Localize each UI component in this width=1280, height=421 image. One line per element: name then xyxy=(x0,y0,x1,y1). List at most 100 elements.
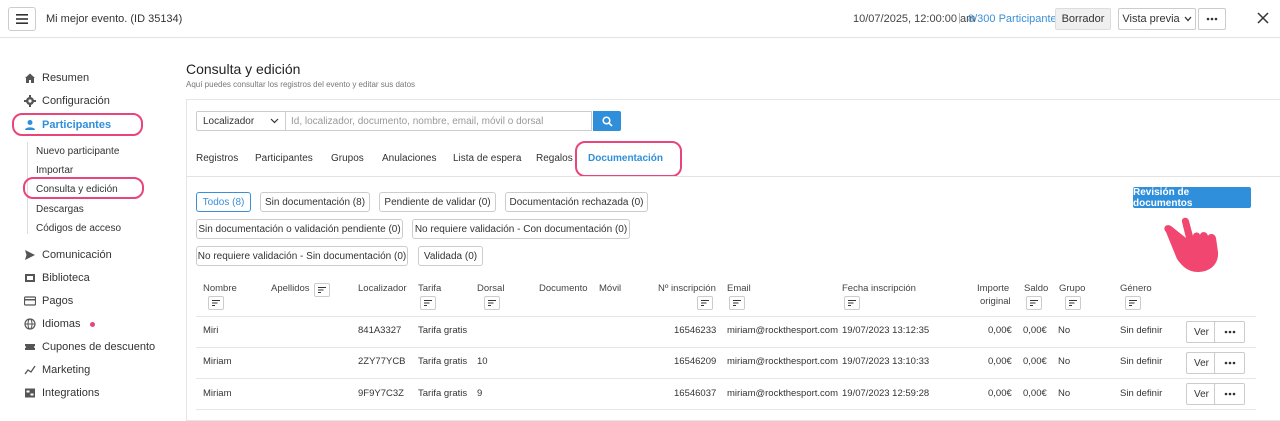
pointing-hand-icon xyxy=(1164,217,1219,272)
tab-grupos[interactable]: Grupos xyxy=(331,153,364,164)
subitem-nuevo-participante[interactable]: Nuevo participante xyxy=(36,146,119,157)
table-row-divider xyxy=(196,347,1256,348)
table-row-divider xyxy=(196,409,1256,410)
sidebar-item-idiomas[interactable]: Idiomas xyxy=(24,315,95,333)
subitem-importar[interactable]: Importar xyxy=(36,165,73,176)
filter-documentacion-rechazada[interactable]: Documentación rechazada (0) xyxy=(505,192,648,212)
sort-icon xyxy=(424,300,432,306)
cell-localizador: 9F9Y7C3Z xyxy=(358,388,404,399)
filter-sin-documentacion[interactable]: Sin documentación (8) xyxy=(260,192,370,212)
sidebar-item-integrations[interactable]: Integrations xyxy=(24,384,99,402)
library-icon xyxy=(25,274,35,282)
cell-genero: Sin definir xyxy=(1120,325,1163,336)
hamburger-menu-button[interactable] xyxy=(8,7,36,31)
sidebar-item-label: Resumen xyxy=(42,72,90,84)
cell-saldo: 0,00€ xyxy=(1023,356,1047,367)
tab-anulaciones[interactable]: Anulaciones xyxy=(382,153,436,164)
sort-inscripcion-button[interactable] xyxy=(697,296,713,310)
sort-icon xyxy=(488,300,496,306)
sidebar-item-participantes[interactable]: Participantes xyxy=(24,116,111,134)
row-more-button[interactable] xyxy=(1214,321,1245,343)
sidebar-item-cupones[interactable]: Cupones de descuento xyxy=(24,338,155,356)
tab-documentacion[interactable]: Documentación xyxy=(588,153,663,164)
top-bar: Mi mejor evento. (ID 35134) 10/07/2025, … xyxy=(0,0,1280,38)
filter-validada[interactable]: Validada (0) xyxy=(418,246,483,266)
col-header-documento: Documento xyxy=(539,283,588,294)
table-row-divider xyxy=(196,378,1256,379)
cell-email: miriam@rockthesport.com xyxy=(727,325,838,336)
cell-localizador: 841A3327 xyxy=(358,325,402,336)
filter-sin-doc-o-pendiente[interactable]: Sin documentación o validación pendiente… xyxy=(196,219,403,239)
search-button[interactable] xyxy=(593,111,621,131)
event-title: Mi mejor evento. (ID 35134) xyxy=(46,13,183,25)
sort-tarifa-button[interactable] xyxy=(420,296,436,310)
sidebar-item-pagos[interactable]: Pagos xyxy=(24,292,73,310)
cell-tarifa: Tarifa gratis xyxy=(418,356,468,367)
revision-documentos-button[interactable]: Revisión de documentos xyxy=(1133,187,1251,209)
sort-grupo-button[interactable] xyxy=(1065,296,1081,310)
col-header-inscripcion: Nº inscripción xyxy=(658,283,716,294)
sidebar-item-resumen[interactable]: Resumen xyxy=(24,69,89,87)
participants-count-link[interactable]: 8/300 Participantes xyxy=(968,13,1062,25)
search-type-select[interactable]: Localizador xyxy=(196,111,286,131)
sort-icon xyxy=(1069,300,1077,306)
sidebar-item-biblioteca[interactable]: Biblioteca xyxy=(24,269,90,287)
cell-importe: 0,00€ xyxy=(988,388,1012,399)
filter-pendiente-validar[interactable]: Pendiente de validar (0) xyxy=(379,192,496,212)
sidebar-item-label: Configuración xyxy=(42,95,110,107)
subitem-consulta-edicion[interactable]: Consulta y edición xyxy=(36,184,118,195)
sidebar-item-marketing[interactable]: Marketing xyxy=(24,361,90,379)
sort-saldo-button[interactable] xyxy=(1026,296,1042,310)
cell-nombre: Miriam xyxy=(203,356,232,367)
cell-email: miriam@rockthesport.com xyxy=(727,388,838,399)
sort-icon xyxy=(848,300,856,306)
cell-genero: Sin definir xyxy=(1120,356,1163,367)
cell-nombre: Miri xyxy=(203,325,219,336)
draft-button[interactable]: Borrador xyxy=(1055,8,1111,30)
filter-no-requiere-con-doc[interactable]: No requiere validación - Con documentaci… xyxy=(412,219,630,239)
close-icon[interactable] xyxy=(1256,10,1270,26)
col-header-importe-original: original xyxy=(980,296,1011,307)
sidebar-item-comunicacion[interactable]: Comunicación xyxy=(24,246,112,264)
sort-icon xyxy=(1030,300,1038,306)
filter-todos[interactable]: Todos (8) xyxy=(196,192,251,212)
sidebar-item-configuracion[interactable]: Configuración xyxy=(24,92,110,110)
preview-dropdown[interactable]: Vista previa xyxy=(1118,8,1196,30)
table-row-divider xyxy=(196,316,1256,317)
col-header-dorsal: Dorsal xyxy=(477,283,505,294)
chevron-down-icon xyxy=(1184,16,1192,22)
cell-saldo: 0,00€ xyxy=(1023,388,1047,399)
sort-apellidos-button[interactable] xyxy=(314,283,330,297)
cell-saldo: 0,00€ xyxy=(1023,325,1047,336)
sort-icon xyxy=(212,300,220,306)
sort-nombre-button[interactable] xyxy=(208,296,224,310)
more-options-button[interactable] xyxy=(1198,8,1226,30)
hamburger-icon xyxy=(16,14,28,24)
view-button[interactable]: Ver xyxy=(1186,321,1217,343)
cell-importe: 0,00€ xyxy=(988,356,1012,367)
tab-registros[interactable]: Registros xyxy=(196,153,238,164)
sort-fecha-button[interactable] xyxy=(844,296,860,310)
tab-lista-espera[interactable]: Lista de espera xyxy=(453,153,521,164)
cell-genero: Sin definir xyxy=(1120,388,1163,399)
col-header-importe: Importe xyxy=(977,283,1010,294)
col-header-grupo: Grupo xyxy=(1059,283,1086,294)
cell-tarifa: Tarifa gratis xyxy=(418,388,468,399)
tab-regalos[interactable]: Regalos xyxy=(536,153,573,164)
filter-no-requiere-sin-doc[interactable]: No requiere validación - Sin documentaci… xyxy=(196,246,408,266)
subitem-descargas[interactable]: Descargas xyxy=(36,204,84,215)
cell-inscripcion: 16546209 xyxy=(674,356,717,367)
col-header-saldo: Saldo xyxy=(1024,283,1049,294)
row-more-button[interactable] xyxy=(1214,352,1245,374)
view-button[interactable]: Ver xyxy=(1186,383,1217,405)
cell-tarifa: Tarifa gratis xyxy=(418,325,468,336)
cell-fecha: 19/07/2023 13:12:35 xyxy=(842,325,930,336)
sort-email-button[interactable] xyxy=(729,296,745,310)
subitem-codigos-acceso[interactable]: Códigos de acceso xyxy=(36,223,121,234)
sort-genero-button[interactable] xyxy=(1125,296,1141,310)
view-button[interactable]: Ver xyxy=(1186,352,1217,374)
search-input[interactable]: Id, localizador, documento, nombre, emai… xyxy=(285,111,592,131)
row-more-button[interactable] xyxy=(1214,383,1245,405)
tab-participantes[interactable]: Participantes xyxy=(255,153,313,164)
sort-dorsal-button[interactable] xyxy=(484,296,500,310)
